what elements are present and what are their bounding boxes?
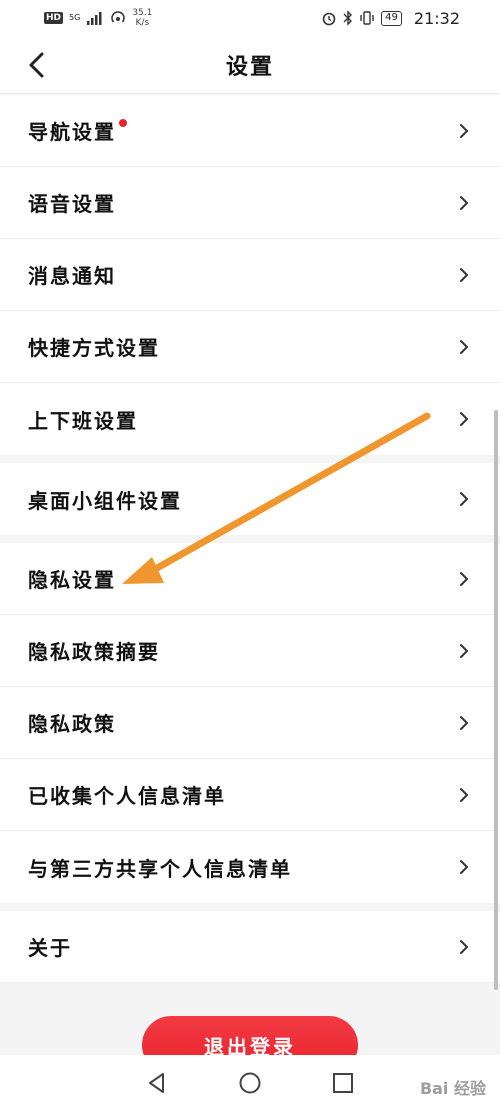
settings-item-label: 隐私政策摘要 xyxy=(28,640,160,664)
settings-item-shortcuts[interactable]: 快捷方式设置 xyxy=(0,311,500,383)
status-left: HD 5G 35.1 K/s xyxy=(44,8,152,28)
settings-item-label: 与第三方共享个人信息清单 xyxy=(28,856,292,881)
settings-item-privacy[interactable]: 隐私设置 xyxy=(0,543,500,615)
nav-back-icon[interactable] xyxy=(143,1069,171,1097)
chevron-right-icon xyxy=(460,339,469,354)
battery-indicator: 49 xyxy=(381,10,402,26)
settings-item-voice[interactable]: 语音设置 xyxy=(0,167,500,239)
settings-item-label: 隐私设置 xyxy=(28,568,116,592)
settings-item-about[interactable]: 关于 xyxy=(0,911,500,983)
vibrate-icon xyxy=(360,11,374,25)
settings-item-label: 隐私政策 xyxy=(28,712,116,736)
chevron-right-icon xyxy=(460,643,469,658)
chevron-right-icon xyxy=(460,939,469,954)
bluetooth-icon xyxy=(343,10,353,26)
chevron-right-icon xyxy=(460,860,469,874)
chevron-right-icon xyxy=(460,571,469,586)
network-speed-unit: K/s xyxy=(135,18,150,28)
nav-home-icon[interactable] xyxy=(236,1069,264,1097)
settings-item-label: 消息通知 xyxy=(28,264,116,288)
settings-item-commute[interactable]: 上下班设置 xyxy=(0,383,500,455)
scrollbar[interactable] xyxy=(494,410,498,990)
chevron-right-icon xyxy=(460,412,469,426)
status-right: 49 21:32 xyxy=(321,9,460,28)
settings-item-label: 关于 xyxy=(28,936,72,960)
settings-item-label: 语音设置 xyxy=(28,192,116,216)
chevron-right-icon xyxy=(460,195,469,210)
nav-recent-icon[interactable] xyxy=(329,1069,357,1097)
signal-icon xyxy=(87,12,102,25)
settings-item-label: 上下班设置 xyxy=(28,408,138,433)
chevron-right-icon xyxy=(460,787,469,802)
settings-item-collected-info[interactable]: 已收集个人信息清单 xyxy=(0,759,500,831)
settings-item-notifications[interactable]: 消息通知 xyxy=(0,239,500,311)
settings-item-navigation[interactable]: 导航设置 xyxy=(0,95,500,167)
settings-item-privacy-summary[interactable]: 隐私政策摘要 xyxy=(0,615,500,687)
clock: 21:32 xyxy=(413,8,460,28)
new-badge-dot xyxy=(119,119,127,127)
network-speed: 35.1 K/s xyxy=(132,8,152,28)
chevron-right-icon xyxy=(460,123,469,138)
alarm-icon xyxy=(322,12,336,26)
page-title: 设置 xyxy=(225,54,274,80)
chevron-right-icon xyxy=(460,715,469,730)
settings-item-label: 导航设置 xyxy=(28,120,116,144)
settings-item-privacy-policy[interactable]: 隐私政策 xyxy=(0,687,500,759)
settings-item-label: 桌面小组件设置 xyxy=(28,488,182,513)
settings-item-widgets[interactable]: 桌面小组件设置 xyxy=(0,463,500,535)
status-bar: HD 5G 35.1 K/s 49 21:32 xyxy=(0,0,500,36)
settings-item-label: 已收集个人信息清单 xyxy=(28,784,226,808)
hotspot-icon xyxy=(111,11,126,23)
network-type: 5G xyxy=(69,13,81,22)
hd-badge: HD xyxy=(44,12,64,24)
back-icon[interactable] xyxy=(22,48,52,82)
settings-list: 导航设置 语音设置 消息通知 快捷方式设置 上下班设置 桌面小组件设置 隐私设置… xyxy=(0,95,500,983)
top-bar: 设置 xyxy=(0,36,500,94)
chevron-right-icon xyxy=(460,267,469,282)
network-speed-value: 35.1 xyxy=(132,8,153,18)
settings-item-label: 快捷方式设置 xyxy=(28,336,160,360)
chevron-right-icon xyxy=(460,492,469,506)
watermark: Bai 经验 xyxy=(419,1079,486,1098)
settings-item-third-party-sharing[interactable]: 与第三方共享个人信息清单 xyxy=(0,831,500,903)
